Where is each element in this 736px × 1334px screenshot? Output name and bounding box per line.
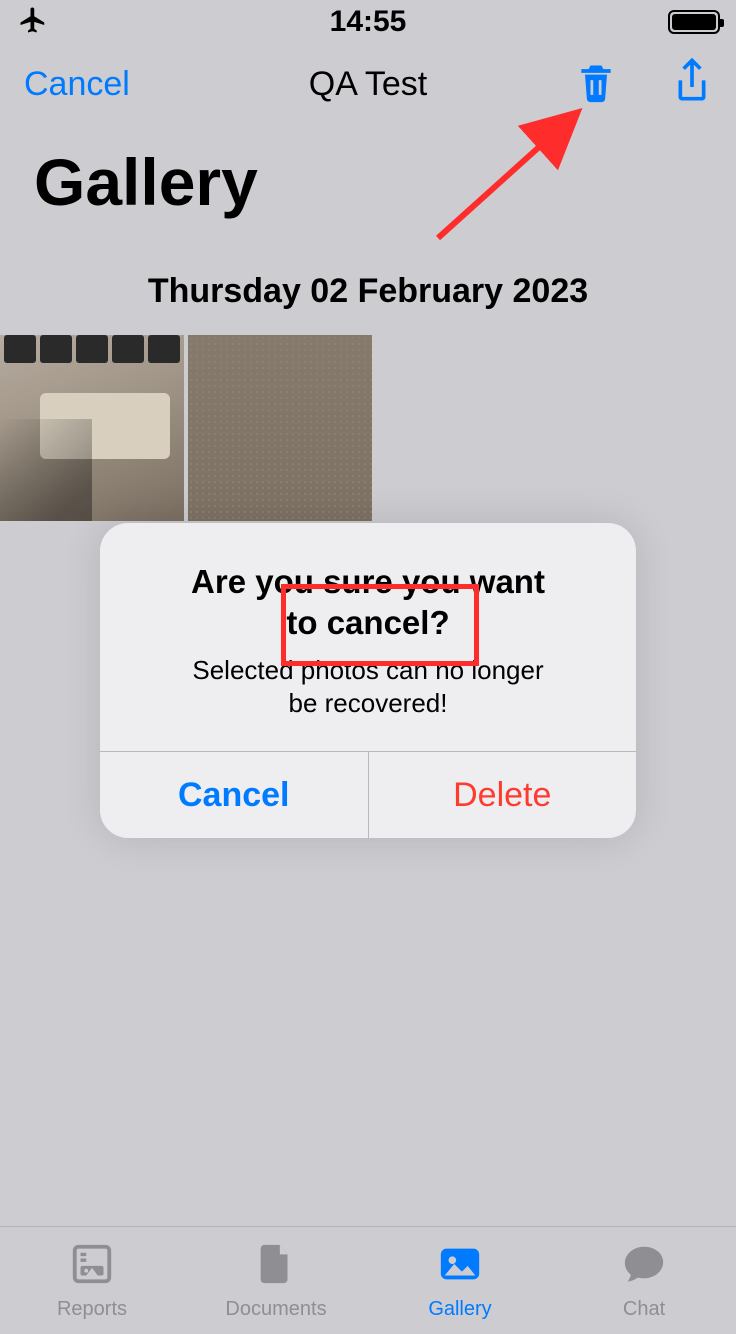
tab-label: Reports	[57, 1298, 127, 1321]
status-left	[16, 5, 50, 40]
share-icon[interactable]	[672, 57, 712, 112]
nav-bar: Cancel QA Test	[0, 44, 736, 124]
page-title: Gallery	[0, 124, 736, 230]
tab-reports[interactable]: Reports	[0, 1227, 184, 1334]
confirmation-alert: Are you sure you want to cancel? Selecte…	[100, 523, 636, 838]
airplane-mode-icon	[16, 5, 50, 40]
documents-icon	[248, 1241, 304, 1292]
tab-chat[interactable]: Chat	[552, 1227, 736, 1334]
alert-message-line: be recovered!	[289, 688, 448, 718]
gallery-icon	[432, 1241, 488, 1292]
chat-icon	[616, 1241, 672, 1292]
status-time: 14:55	[330, 5, 407, 39]
reports-icon	[64, 1241, 120, 1292]
tab-label: Gallery	[428, 1298, 491, 1321]
status-right	[668, 10, 720, 34]
photo-thumbnail[interactable]	[0, 335, 184, 521]
thumbnail-row	[0, 335, 736, 521]
alert-delete-button[interactable]: Delete	[368, 752, 637, 838]
status-bar: 14:55	[0, 0, 736, 44]
section-date: Thursday 02 February 2023	[0, 230, 736, 335]
nav-cancel-button[interactable]: Cancel	[24, 65, 130, 104]
photo-thumbnail[interactable]	[188, 335, 372, 521]
tab-gallery[interactable]: Gallery	[368, 1227, 552, 1334]
tab-label: Chat	[623, 1298, 665, 1321]
annotation-highlight-box	[281, 584, 479, 666]
tab-documents[interactable]: Documents	[184, 1227, 368, 1334]
trash-icon[interactable]	[574, 58, 618, 111]
nav-title: QA Test	[309, 65, 427, 104]
tab-label: Documents	[225, 1298, 326, 1321]
tab-bar: Reports Documents Gallery Chat	[0, 1226, 736, 1334]
battery-icon	[668, 10, 720, 34]
alert-cancel-button[interactable]: Cancel	[100, 752, 368, 838]
